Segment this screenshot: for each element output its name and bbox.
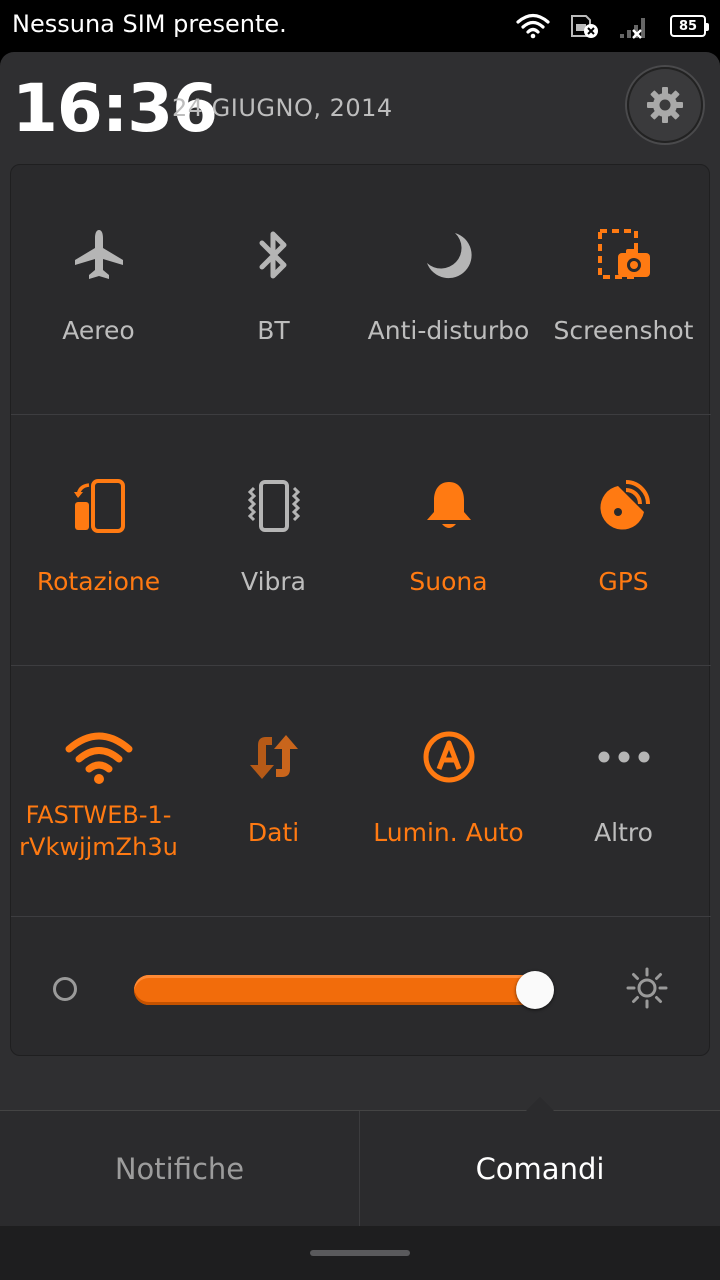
- screenshot-icon: [597, 229, 650, 279]
- brightness-control: [11, 918, 711, 1057]
- moon-icon: [426, 233, 472, 279]
- toggle-label: BT: [257, 316, 290, 345]
- toggle-label: Altro: [594, 818, 653, 847]
- toggle-label: Anti-disturbo: [367, 316, 530, 345]
- toggle-mobile-data[interactable]: Dati: [186, 667, 361, 917]
- date: 24 GIUGNO, 2014: [172, 94, 393, 122]
- settings-button[interactable]: [627, 67, 703, 143]
- toggle-row-2: Rotazione Vibra Suona GPS: [11, 416, 711, 666]
- more-icon: [598, 751, 649, 763]
- toggle-label: GPS: [598, 567, 649, 596]
- gps-icon: [599, 480, 650, 530]
- signal-none-icon: [620, 18, 645, 39]
- bell-icon: [426, 482, 471, 528]
- toggle-ring[interactable]: Suona: [361, 416, 536, 666]
- toggle-screenshot[interactable]: Screenshot: [536, 165, 711, 415]
- wifi-icon: [65, 732, 132, 784]
- toggle-label: FASTWEB-1- rVkwjjmZh3u: [19, 801, 178, 861]
- brightness-high-icon: [626, 967, 668, 1009]
- toggle-auto-brightness[interactable]: Lumin. Auto: [361, 667, 536, 917]
- auto-brightness-icon: [423, 731, 474, 783]
- toggle-rotation[interactable]: Rotazione: [11, 416, 186, 666]
- toggle-vibrate[interactable]: Vibra: [186, 416, 361, 666]
- gear-icon: [647, 87, 683, 123]
- bluetooth-icon: [259, 231, 286, 279]
- toggle-bluetooth[interactable]: BT: [186, 165, 361, 415]
- toggle-wifi[interactable]: FASTWEB-1- rVkwjjmZh3u: [11, 667, 186, 917]
- toggle-do-not-disturb[interactable]: Anti-disturbo: [361, 165, 536, 415]
- toggle-label: Vibra: [241, 567, 306, 596]
- airplane-icon: [74, 230, 123, 279]
- brightness-slider-thumb[interactable]: [516, 971, 554, 1009]
- toggle-label: Dati: [247, 818, 300, 847]
- toggle-label: Aereo: [62, 316, 135, 345]
- panel-tabs: Notifiche Comandi: [0, 1097, 720, 1227]
- toggle-airplane[interactable]: Aereo: [11, 165, 186, 415]
- quick-settings-panel: 16:36 24 GIUGNO, 2014 Aereo BT Anti-dist…: [0, 52, 720, 1110]
- toggle-row-3: FASTWEB-1- rVkwjjmZh3u Dati Lumin. Auto …: [11, 667, 711, 917]
- bottom-strip: [0, 1226, 720, 1280]
- sim-error-icon: [571, 15, 598, 38]
- tab-notifications[interactable]: Notifiche: [0, 1111, 360, 1227]
- carrier-text: Nessuna SIM presente.: [12, 10, 287, 38]
- data-icon: [249, 735, 298, 779]
- status-bar: Nessuna SIM presente. 85: [0, 0, 720, 52]
- rotation-icon: [73, 479, 125, 533]
- active-tab-indicator: [526, 1097, 554, 1111]
- vibrate-icon: [247, 480, 300, 532]
- toggle-label: Rotazione: [36, 567, 161, 596]
- brightness-slider[interactable]: [134, 975, 552, 1005]
- toggle-label: Screenshot: [553, 316, 694, 345]
- wifi-icon: [516, 13, 550, 39]
- drag-handle[interactable]: [310, 1250, 410, 1256]
- toggle-label: Lumin. Auto: [373, 818, 524, 847]
- toggle-row-1: Aereo BT Anti-disturbo Screenshot: [11, 165, 711, 415]
- toggles-card: Aereo BT Anti-disturbo Screenshot Rotazi…: [10, 164, 711, 1057]
- toggle-gps[interactable]: GPS: [536, 416, 711, 666]
- battery-icon: 85: [670, 15, 709, 37]
- tab-controls[interactable]: Comandi: [360, 1111, 720, 1227]
- toggle-more[interactable]: Altro: [536, 667, 711, 917]
- toggle-label: Suona: [409, 567, 488, 596]
- status-icons: 85: [516, 10, 709, 42]
- brightness-low-icon: [53, 977, 77, 1001]
